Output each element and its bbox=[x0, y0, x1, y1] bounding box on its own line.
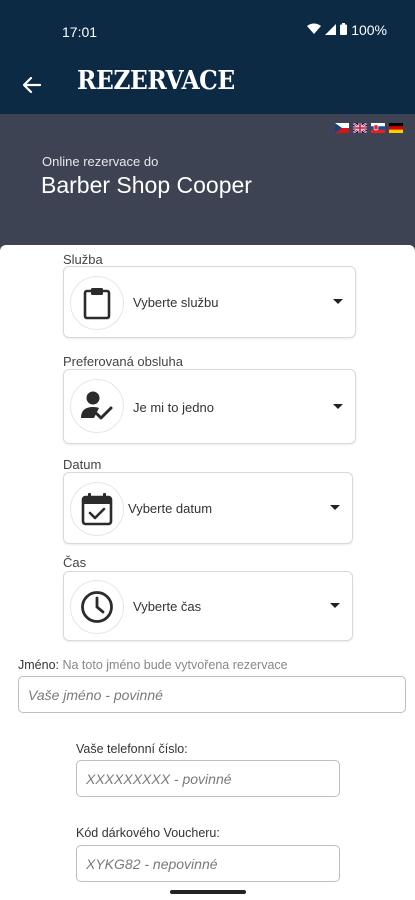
wifi-icon bbox=[307, 22, 322, 38]
service-select[interactable]: Vyberte službu bbox=[63, 266, 356, 338]
name-label-text: Jméno: bbox=[18, 658, 59, 672]
time-value: Vyberte čas bbox=[133, 599, 202, 614]
header-subtitle: Online rezervace do bbox=[42, 154, 159, 169]
language-switcher bbox=[335, 123, 403, 133]
app-bar: REZERVACE bbox=[0, 60, 415, 114]
staff-select[interactable]: Je mi to jedno bbox=[63, 369, 356, 444]
name-hint: Na toto jméno bude vytvořena rezervace bbox=[62, 658, 288, 672]
phone-input[interactable] bbox=[76, 760, 340, 797]
voucher-label: Kód dárkového Voucheru: bbox=[76, 826, 220, 840]
clipboard-icon bbox=[70, 276, 124, 330]
caret-down-icon bbox=[330, 603, 340, 608]
person-check-icon bbox=[70, 379, 124, 433]
phone-label: Vaše telefonní číslo: bbox=[76, 742, 188, 756]
caret-down-icon bbox=[333, 404, 343, 409]
flag-gb-icon[interactable] bbox=[353, 123, 367, 133]
calendar-check-icon bbox=[70, 482, 124, 536]
battery-level: 100% bbox=[351, 22, 387, 38]
flag-sk-icon[interactable] bbox=[371, 123, 385, 133]
staff-label: Preferovaná obsluha bbox=[63, 354, 183, 369]
back-button[interactable] bbox=[16, 69, 48, 101]
voucher-input[interactable] bbox=[76, 845, 340, 882]
arrow-left-icon bbox=[23, 77, 41, 93]
time-label: Čas bbox=[63, 555, 87, 570]
clock-icon bbox=[70, 580, 124, 634]
reservation-form: Služba Vyberte službu Preferovaná obsluh… bbox=[0, 245, 415, 900]
caret-down-icon bbox=[333, 299, 343, 304]
shop-header: Online rezervace do Barber Shop Cooper bbox=[0, 114, 415, 250]
date-label: Datum bbox=[63, 457, 102, 472]
name-label: Jméno: Na toto jméno bude vytvořena reze… bbox=[18, 658, 288, 672]
time-select[interactable]: Vyberte čas bbox=[63, 571, 353, 641]
flag-de-icon[interactable] bbox=[389, 123, 403, 133]
flag-cz-icon[interactable] bbox=[335, 123, 349, 133]
staff-value: Je mi to jedno bbox=[133, 400, 214, 415]
service-value: Vyberte službu bbox=[133, 295, 219, 310]
status-time: 17:01 bbox=[62, 24, 98, 40]
home-indicator[interactable] bbox=[170, 890, 246, 894]
date-value: Vyberte datum bbox=[128, 501, 213, 516]
status-icons: 100% bbox=[307, 22, 387, 38]
service-label: Služba bbox=[63, 252, 103, 267]
caret-down-icon bbox=[330, 505, 340, 510]
signal-icon bbox=[325, 22, 337, 38]
date-select[interactable]: Vyberte datum bbox=[63, 472, 353, 544]
status-bar: 17:01 100% bbox=[0, 0, 415, 60]
shop-name: Barber Shop Cooper bbox=[41, 172, 252, 198]
name-input[interactable] bbox=[18, 676, 406, 713]
app-logo: REZERVACE bbox=[77, 66, 235, 96]
battery-icon bbox=[340, 22, 348, 38]
